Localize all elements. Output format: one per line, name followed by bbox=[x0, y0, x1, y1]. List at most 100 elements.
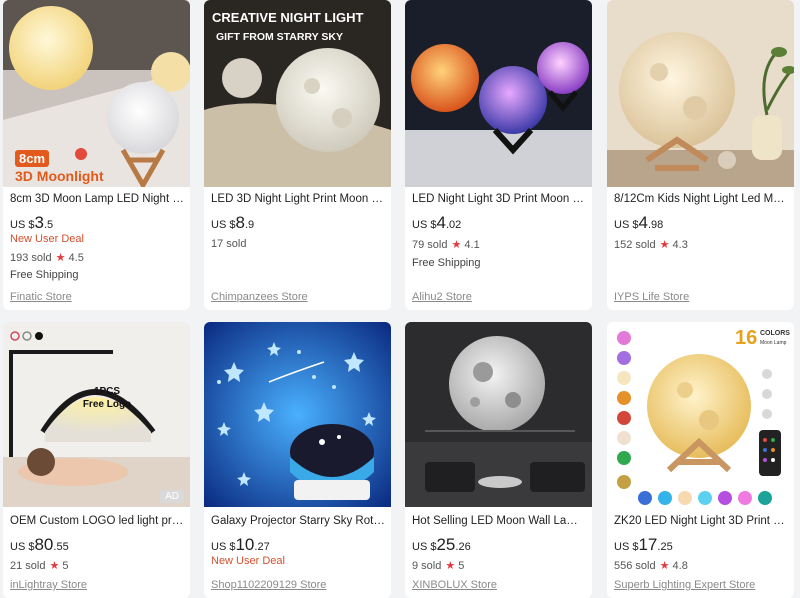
rating-value: 4.5 bbox=[68, 252, 84, 264]
product-price: US $4.98 bbox=[614, 213, 663, 233]
price-decimal: .98 bbox=[647, 219, 664, 231]
free-shipping-label: Free Shipping bbox=[10, 269, 79, 281]
product-card[interactable]: 8cm 3D Moonlight 8cm 3D Moon Lamp LED Ni… bbox=[3, 0, 190, 310]
star-icon: ★ bbox=[659, 560, 670, 572]
price-integer: 17 bbox=[638, 535, 658, 554]
price-currency: US $ bbox=[412, 541, 437, 553]
store-link[interactable]: XINBOLUX Store bbox=[412, 579, 497, 591]
product-image[interactable] bbox=[204, 322, 391, 507]
product-image[interactable] bbox=[405, 0, 592, 187]
image-overlay-line2: Free Logo bbox=[83, 399, 131, 410]
product-image[interactable]: 8cm 3D Moonlight bbox=[3, 0, 190, 187]
sales-rating: 21 sold ★ 5 bbox=[10, 559, 69, 572]
product-price: US $25.26 bbox=[412, 535, 471, 555]
product-price: US $4.02 bbox=[412, 213, 461, 233]
image-overlay-num: 16 bbox=[735, 327, 757, 349]
star-icon: ★ bbox=[49, 560, 60, 572]
store-link[interactable]: Finatic Store bbox=[10, 291, 72, 303]
store-link[interactable]: Chimpanzees Store bbox=[211, 291, 308, 303]
sales-rating: 556 sold ★ 4.8 bbox=[614, 559, 688, 572]
product-title[interactable]: 8cm 3D Moon Lamp LED Night Lig... bbox=[10, 193, 185, 205]
sold-count: 152 sold bbox=[614, 239, 656, 251]
price-decimal: .27 bbox=[254, 541, 270, 553]
rating-value: 4.3 bbox=[672, 239, 688, 251]
price-integer: 8 bbox=[235, 213, 245, 232]
rating-value: 5 bbox=[458, 560, 465, 572]
sales-rating: 193 sold ★ 4.5 bbox=[10, 251, 84, 264]
store-link[interactable]: IYPS Life Store bbox=[614, 291, 689, 303]
star-icon: ★ bbox=[55, 252, 66, 264]
sales-rating: 79 sold ★ 4.1 bbox=[412, 238, 480, 251]
product-price: US $17.25 bbox=[614, 535, 673, 555]
product-image[interactable]: 16 COLORS Moon Lamp bbox=[607, 322, 794, 507]
product-title[interactable]: Galaxy Projector Starry Sky Rotatin... bbox=[211, 515, 386, 527]
product-grid: 8cm 3D Moonlight 8cm 3D Moon Lamp LED Ni… bbox=[0, 0, 800, 598]
price-integer: 10 bbox=[235, 535, 255, 554]
product-card[interactable]: Galaxy Projector Starry Sky Rotatin... U… bbox=[204, 322, 391, 598]
star-icon: ★ bbox=[451, 239, 462, 251]
price-decimal: .25 bbox=[657, 541, 673, 553]
new-user-deal-badge: New User Deal bbox=[10, 233, 84, 245]
sales-rating: 17 sold bbox=[211, 238, 246, 250]
product-title[interactable]: Hot Selling LED Moon Wall Lamp F... bbox=[412, 515, 587, 527]
product-title[interactable]: OEM Custom LOGO led light profe... bbox=[10, 515, 185, 527]
sold-count: 556 sold bbox=[614, 560, 656, 572]
ad-badge: AD bbox=[160, 490, 184, 503]
rating-value: 5 bbox=[62, 560, 69, 572]
store-link[interactable]: Superb Lighting Expert Store bbox=[614, 579, 755, 591]
price-integer: 4 bbox=[436, 213, 446, 232]
sold-count: 17 sold bbox=[211, 238, 247, 250]
image-overlay-line2: Moon Lamp bbox=[760, 340, 787, 346]
price-decimal: .02 bbox=[445, 219, 462, 231]
product-card[interactable]: LED Night Light 3D Print Moon La... US $… bbox=[405, 0, 592, 310]
product-image[interactable] bbox=[607, 0, 794, 187]
product-card[interactable]: Hot Selling LED Moon Wall Lamp F... US $… bbox=[405, 322, 592, 598]
star-icon: ★ bbox=[659, 239, 670, 251]
price-decimal: .26 bbox=[455, 541, 471, 553]
price-integer: 25 bbox=[436, 535, 456, 554]
product-image[interactable] bbox=[405, 322, 592, 507]
product-card[interactable]: 1PCS Free Logo AD OEM Custom LOGO led li… bbox=[3, 322, 190, 598]
rating-value: 4.8 bbox=[672, 560, 688, 572]
product-title[interactable]: LED 3D Night Light Print Moon La... bbox=[211, 193, 386, 205]
price-decimal: .55 bbox=[53, 541, 69, 553]
price-currency: US $ bbox=[10, 541, 35, 553]
image-badge-text: 8cm bbox=[19, 151, 45, 166]
product-card[interactable]: 8/12Cm Kids Night Light Led Moon... US $… bbox=[607, 0, 794, 310]
image-overlay-line1: CREATIVE NIGHT LIGHT bbox=[212, 10, 363, 25]
product-title[interactable]: ZK20 LED Night Light 3D Print Moo... bbox=[614, 515, 789, 527]
sold-count: 79 sold bbox=[412, 239, 448, 251]
price-currency: US $ bbox=[614, 541, 639, 553]
product-title[interactable]: 8/12Cm Kids Night Light Led Moon... bbox=[614, 193, 789, 205]
price-integer: 80 bbox=[34, 535, 54, 554]
image-overlay-line1: COLORS bbox=[760, 330, 790, 337]
free-shipping-label: Free Shipping bbox=[412, 257, 481, 269]
store-link[interactable]: inLightray Store bbox=[10, 579, 87, 591]
price-currency: US $ bbox=[614, 219, 639, 231]
product-card[interactable]: CREATIVE NIGHT LIGHT GIFT FROM STARRY SK… bbox=[204, 0, 391, 310]
image-overlay-text: 3D Moonlight bbox=[15, 168, 104, 184]
product-price: US $8.9 bbox=[211, 213, 254, 233]
store-link[interactable]: Shop1102209129 Store bbox=[211, 579, 326, 591]
new-user-deal-badge: New User Deal bbox=[211, 555, 285, 567]
sold-count: 21 sold bbox=[10, 560, 46, 572]
product-price: US $80.55 bbox=[10, 535, 69, 555]
price-decimal: .9 bbox=[244, 219, 255, 231]
sold-count: 9 sold bbox=[412, 560, 442, 572]
star-icon: ★ bbox=[445, 560, 456, 572]
price-integer: 4 bbox=[638, 213, 648, 232]
product-card[interactable]: 16 COLORS Moon Lamp ZK20 LED Night Light… bbox=[607, 322, 794, 598]
product-title[interactable]: LED Night Light 3D Print Moon La... bbox=[412, 193, 587, 205]
price-currency: US $ bbox=[412, 219, 437, 231]
image-overlay-line1: 1PCS bbox=[94, 386, 120, 397]
price-integer: 3 bbox=[34, 213, 44, 232]
image-overlay-line2: GIFT FROM STARRY SKY bbox=[216, 31, 343, 43]
price-currency: US $ bbox=[10, 219, 35, 231]
sales-rating: 152 sold ★ 4.3 bbox=[614, 238, 688, 251]
store-link[interactable]: Alihu2 Store bbox=[412, 291, 472, 303]
price-currency: US $ bbox=[211, 541, 236, 553]
product-image[interactable]: 1PCS Free Logo bbox=[3, 322, 190, 507]
price-currency: US $ bbox=[211, 219, 236, 231]
product-price: US $3.5 bbox=[10, 213, 53, 233]
product-image[interactable]: CREATIVE NIGHT LIGHT GIFT FROM STARRY SK… bbox=[204, 0, 391, 187]
